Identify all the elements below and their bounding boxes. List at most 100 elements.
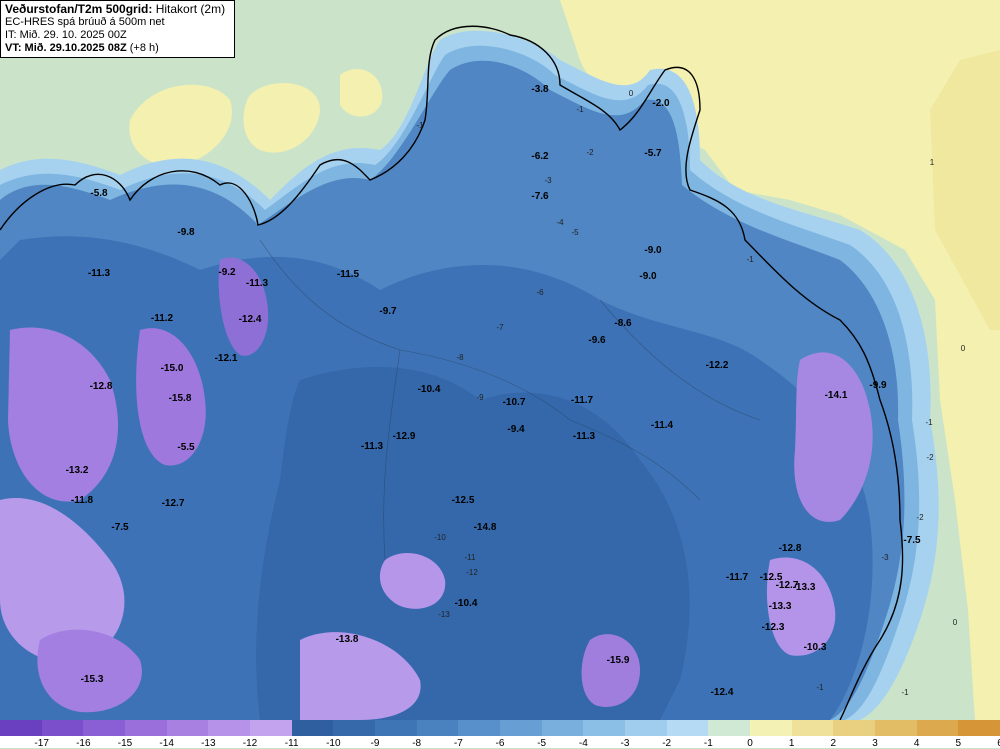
contour-label: -12: [466, 568, 478, 577]
map-title: Veðurstofan/T2m 500grid: Hitakort (2m): [5, 2, 226, 16]
legend-swatch: [416, 720, 460, 736]
legend-tick-label: -7: [453, 738, 463, 749]
legend-tick-label: 5: [955, 738, 962, 749]
temperature-value: -15.0: [161, 363, 184, 374]
legend-tick-label: -1: [703, 738, 713, 749]
temperature-value: -14.1: [825, 390, 848, 401]
temperature-value: -9.7: [379, 306, 397, 317]
contour-label: 0: [953, 618, 958, 627]
legend-tick-label: -10: [326, 738, 341, 749]
legend-swatch: [666, 720, 710, 736]
contour-label: -6: [536, 288, 544, 297]
legend-swatch: [250, 720, 293, 736]
temperature-value: -12.7: [162, 498, 185, 509]
contour-label: -13: [438, 610, 450, 619]
legend-swatch: [125, 720, 168, 736]
legend-tick-label: -6: [495, 738, 505, 749]
temperature-value: -11.2: [151, 313, 174, 324]
temperature-value: -12.9: [393, 431, 416, 442]
legend-swatch: [958, 720, 1000, 736]
contour-label: 0: [629, 89, 634, 98]
legend-swatch: [625, 720, 668, 736]
temperature-value: -12.1: [215, 353, 238, 364]
contour-label: 0: [961, 344, 966, 353]
temperature-value: -11.3: [573, 431, 596, 442]
contour-label: -8: [456, 353, 464, 362]
legend-swatch: [833, 720, 876, 736]
temperature-value: -5.7: [644, 148, 662, 159]
legend-swatch: [166, 720, 210, 736]
legend-tick-label: -17: [34, 738, 49, 749]
temperature-value: -10.4: [455, 598, 478, 609]
legend-tick-label: -9: [370, 738, 380, 749]
legend-tick-label: -2: [662, 738, 672, 749]
temperature-value: -15.9: [607, 655, 630, 666]
valid-time-line: VT: Mið. 29.10.2025 08Z (+8 h): [5, 42, 230, 55]
temperature-value: -13.8: [336, 634, 359, 645]
legend-swatch: [916, 720, 960, 736]
temperature-value: -10.4: [418, 384, 441, 395]
temperature-value: -11.5: [337, 269, 360, 280]
valid-time: VT: Mið. 29.10.2025 08Z: [5, 42, 127, 54]
model-line: EC-HRES spá brúuð á 500m net: [5, 16, 165, 28]
temperature-value: -12.8: [90, 381, 113, 392]
legend-swatch: [41, 720, 85, 736]
legend-swatch: [541, 720, 585, 736]
legend-swatch: [291, 720, 335, 736]
temperature-value: -12.7: [776, 580, 799, 591]
contour-label: -9: [476, 393, 484, 402]
legend-swatch: [750, 720, 793, 736]
contour-label: -2: [586, 148, 594, 157]
temperature-value: -7.6: [531, 191, 549, 202]
contour-label: -7: [496, 323, 504, 332]
legend-swatch: [708, 720, 751, 736]
temperature-value: -11.8: [71, 495, 94, 506]
temperature-value: -13.3: [769, 601, 792, 612]
temperature-value: -7.5: [903, 535, 921, 546]
temperature-map: 0-1-1-2-3-4-5-6-7-8-9-10-11-12-1310-1-1-…: [0, 0, 1000, 720]
contour-label: 1: [930, 158, 935, 167]
temperature-value: -7.5: [111, 522, 129, 533]
contour-label: -1: [925, 418, 933, 427]
legend-tick-label: -13: [201, 738, 216, 749]
temperature-value: -9.0: [639, 271, 657, 282]
temperature-value: -9.9: [869, 380, 887, 391]
legend-tick-label: -14: [159, 738, 174, 749]
contour-label: -5: [571, 228, 579, 237]
legend-tick-label: -3: [620, 738, 630, 749]
temperature-value: -9.6: [588, 335, 606, 346]
temperature-value: -12.2: [706, 360, 729, 371]
contour-label: -1: [901, 688, 909, 697]
legend-swatch: [375, 720, 418, 736]
temperature-value: -11.7: [726, 572, 749, 583]
temperature-value: -12.4: [239, 314, 262, 325]
legend-tick-label: 1: [788, 738, 795, 749]
contour-label: -1: [416, 121, 424, 130]
lead-time: (+8 h): [129, 42, 159, 54]
temperature-value: -11.3: [88, 268, 111, 279]
info-box: Veðurstofan/T2m 500grid: Hitakort (2m) E…: [0, 0, 235, 58]
legend-swatch: [0, 720, 43, 736]
legend-tick-label: 0: [747, 738, 753, 749]
contour-label: -3: [544, 176, 552, 185]
temperature-value: -12.8: [779, 543, 802, 554]
contour-label: -2: [926, 453, 934, 462]
temperature-value: -12.4: [711, 687, 734, 698]
temperature-value: -3.8: [531, 84, 549, 95]
contour-label: -11: [465, 553, 477, 562]
legend-swatch: [875, 720, 918, 736]
contour-label: -1: [816, 683, 824, 692]
temperature-value: -11.3: [246, 278, 269, 289]
temperature-value: -11.3: [361, 441, 384, 452]
contour-label: -1: [576, 105, 584, 114]
temperature-value: -9.4: [507, 424, 525, 435]
legend-swatch: [83, 720, 126, 736]
temperature-value: -12.3: [762, 622, 785, 633]
temperature-value: -5.5: [177, 442, 195, 453]
legend-swatch: [791, 720, 835, 736]
legend-swatch: [333, 720, 376, 736]
temperature-value: -9.8: [177, 227, 195, 238]
legend-tick-label: 4: [913, 738, 920, 749]
temperature-value: -15.3: [81, 674, 104, 685]
legend-swatch: [500, 720, 543, 736]
